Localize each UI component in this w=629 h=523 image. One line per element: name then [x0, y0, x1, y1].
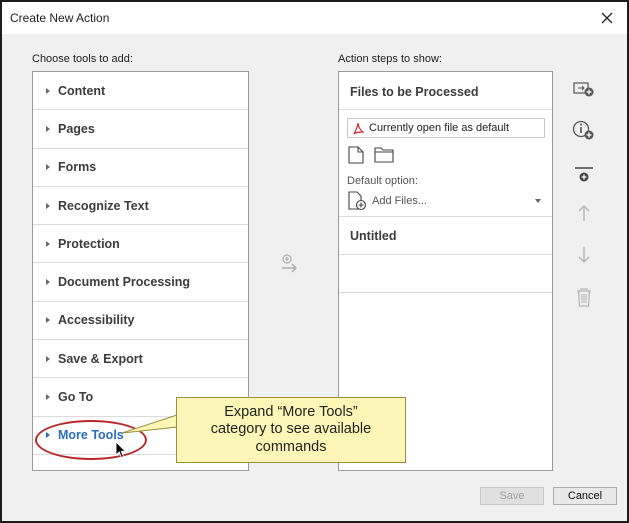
tool-category-protection[interactable]: Protection: [33, 225, 248, 264]
expand-triangle-icon: [46, 317, 50, 324]
tool-category-label: Pages: [58, 121, 95, 136]
tool-category-document-processing[interactable]: Document Processing: [33, 263, 248, 302]
tool-category-recognize-text[interactable]: Recognize Text: [33, 187, 248, 226]
close-button[interactable]: [595, 6, 619, 30]
add-to-steps-button[interactable]: [280, 254, 300, 279]
file-source-value: Currently open file as default: [369, 122, 510, 134]
untitled-step-header[interactable]: Untitled: [350, 229, 397, 243]
expand-triangle-icon: [46, 279, 50, 286]
title-bar: Create New Action: [2, 2, 627, 34]
move-down-button[interactable]: [571, 242, 597, 268]
callout-line-1: Expand “More Tools”: [224, 403, 358, 420]
move-up-icon: [578, 205, 590, 221]
add-step-button[interactable]: [571, 76, 597, 102]
move-down-icon: [578, 247, 590, 263]
callout-line-3: commands: [255, 438, 327, 455]
window-title: Create New Action: [10, 11, 110, 25]
expand-triangle-icon: [46, 202, 50, 209]
default-option-label: Default option:: [347, 175, 418, 187]
folder-icon[interactable]: [374, 146, 394, 163]
tool-category-label: Go To: [58, 390, 94, 405]
divider: [339, 216, 552, 217]
tool-category-content[interactable]: Content: [33, 72, 248, 111]
tool-category-label: Content: [58, 83, 106, 98]
add-files-value: Add Files...: [372, 195, 428, 207]
add-divider-icon: [575, 167, 593, 182]
cancel-button[interactable]: Cancel: [553, 487, 617, 505]
close-icon: [601, 12, 613, 24]
divider: [339, 254, 552, 255]
callout-pointer: [122, 414, 178, 434]
create-new-action-dialog: Create New Action Choose tools to add: C…: [0, 0, 629, 523]
tool-category-pages[interactable]: Pages: [33, 110, 248, 149]
tool-category-label: Accessibility: [58, 313, 135, 328]
expand-triangle-icon: [46, 164, 50, 171]
files-to-be-processed-header: Files to be Processed: [339, 72, 552, 110]
expand-triangle-icon: [46, 240, 50, 247]
expand-triangle-icon: [46, 125, 50, 132]
single-file-icon[interactable]: [348, 146, 364, 164]
add-step-icon: [573, 82, 594, 97]
tool-category-label: Protection: [58, 236, 120, 251]
add-instruction-icon: [572, 120, 594, 140]
mouse-cursor-icon: [115, 441, 127, 459]
tool-category-forms[interactable]: Forms: [33, 149, 248, 187]
pdf-icon: [353, 122, 364, 134]
tool-category-label: Document Processing: [58, 275, 190, 290]
add-file-icon: [348, 191, 367, 211]
trash-icon: [577, 288, 591, 307]
expand-triangle-icon: [46, 87, 50, 94]
callout-line-2: category to see available: [210, 421, 372, 438]
steps-section-label: Action steps to show:: [338, 53, 442, 65]
save-button[interactable]: Save: [480, 487, 544, 505]
file-icons-row: [348, 146, 394, 164]
tool-category-save-export[interactable]: Save & Export: [33, 340, 248, 379]
tool-category-accessibility[interactable]: Accessibility: [33, 302, 248, 341]
expand-triangle-icon: [46, 394, 50, 401]
add-to-steps-icon: [282, 254, 297, 273]
add-files-dropdown[interactable]: Add Files...: [347, 190, 545, 212]
tool-category-label: Save & Export: [58, 351, 143, 366]
tools-section-label: Choose tools to add:: [32, 53, 133, 65]
tool-category-label: Recognize Text: [58, 198, 149, 213]
file-source-select[interactable]: Currently open file as default: [347, 118, 545, 138]
divider: [339, 292, 552, 293]
delete-step-button[interactable]: [571, 284, 597, 310]
move-up-button[interactable]: [571, 200, 597, 226]
chevron-down-icon: [535, 199, 541, 203]
tool-category-label: Forms: [58, 160, 97, 175]
callout-annotation: Expand “More Tools” category to see avai…: [176, 397, 406, 463]
expand-triangle-icon: [46, 355, 50, 362]
add-instruction-button[interactable]: [571, 118, 597, 144]
add-divider-button[interactable]: [571, 162, 597, 188]
